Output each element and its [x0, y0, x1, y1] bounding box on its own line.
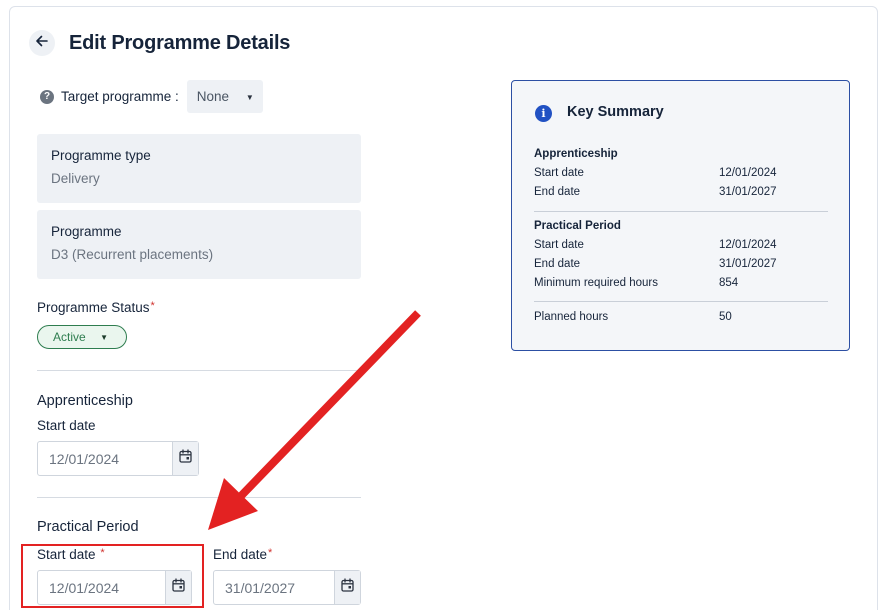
annotation-arrow-icon	[208, 310, 421, 530]
